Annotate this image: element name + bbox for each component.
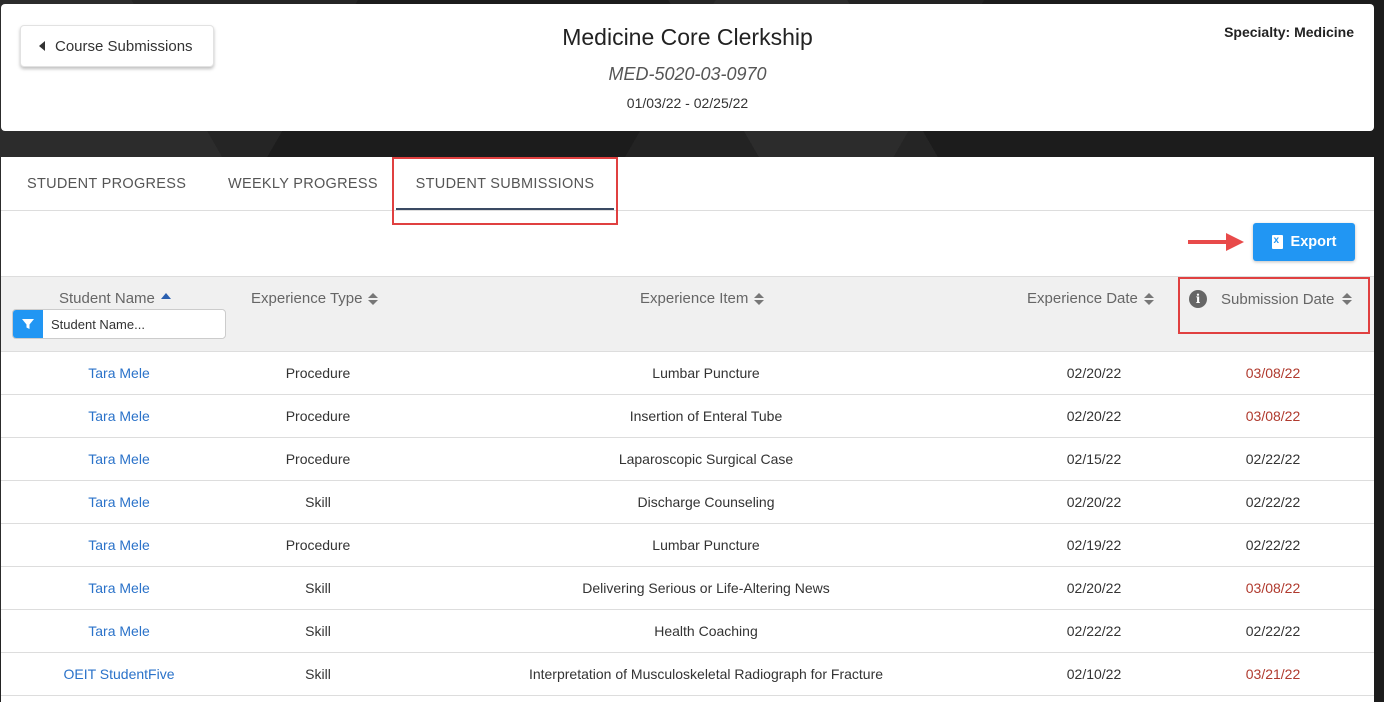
student-name-filter-input[interactable] <box>43 310 223 338</box>
column-experience-item[interactable]: Experience Item <box>640 290 765 307</box>
student-name-link[interactable]: Tara Mele <box>1 524 237 566</box>
experience-type-cell: Skill <box>305 666 331 682</box>
experience-item-cell: Lumbar Puncture <box>652 365 760 381</box>
column-experience-date-label: Experience Date <box>1027 290 1138 307</box>
course-header: Course Submissions Medicine Core Clerksh… <box>1 4 1374 131</box>
sort-icon <box>754 292 765 305</box>
experience-date-cell: 02/20/22 <box>1066 494 1122 510</box>
table-row: Tara Mele Procedure Laparoscopic Surgical … <box>1 438 1374 481</box>
export-button[interactable]: Export <box>1253 223 1355 261</box>
experience-type-cell: Procedure <box>285 537 351 553</box>
submission-date-cell: 02/22/22 <box>1245 623 1301 639</box>
experience-item-cell: Laparoscopic Surgical Case <box>618 451 794 467</box>
tab-bar: STUDENT PROGRESS WEEKLY PROGRESS STUDENT… <box>1 157 1374 211</box>
experience-date-cell: 02/15/22 <box>1066 451 1122 467</box>
student-name-filter <box>12 309 226 339</box>
submission-date-cell: 03/08/22 <box>1245 365 1301 381</box>
student-name-link[interactable]: Tara Mele <box>1 567 237 609</box>
column-student-name[interactable]: Student Name <box>59 290 171 307</box>
experience-item-cell: Health Coaching <box>654 623 758 639</box>
course-code: MED-5020-03-0970 <box>608 64 767 84</box>
experience-date-cell: 02/20/22 <box>1066 580 1122 596</box>
submission-date-cell: 02/22/22 <box>1245 451 1301 467</box>
column-experience-type[interactable]: Experience Type <box>251 290 379 307</box>
table-row: Tara Mele Skill Delivering Serious or Life… <box>1 567 1374 610</box>
experience-date-cell: 02/10/22 <box>1066 666 1122 682</box>
course-title: Medicine Core Clerkship <box>562 24 813 50</box>
table-header: Student Name Experience Type Experience … <box>1 276 1374 352</box>
main-panel: STUDENT PROGRESS WEEKLY PROGRESS STUDENT… <box>1 157 1374 702</box>
experience-date-cell: 02/19/22 <box>1066 537 1122 553</box>
experience-item-cell: Lumbar Puncture <box>652 537 760 553</box>
student-name-link[interactable]: Tara Mele <box>1 438 237 480</box>
sort-icon <box>368 292 379 305</box>
table-row: Tara Mele Skill Discharge Counseling 02/20/… <box>1 481 1374 524</box>
student-name-link[interactable]: Tara Mele <box>1 395 237 437</box>
sort-ascending-icon <box>160 292 171 299</box>
tab-weekly-progress[interactable]: WEEKLY PROGRESS <box>228 157 378 211</box>
experience-item-cell: Interpretation of Musculoskeletal Radiog… <box>528 666 884 682</box>
excel-file-icon <box>1271 235 1283 249</box>
submission-date-cell: 02/22/22 <box>1245 537 1301 553</box>
table-row: Tara Mele Procedure Lumbar Puncture 02/20/2… <box>1 352 1374 395</box>
experience-type-cell: Procedure <box>285 365 351 381</box>
submission-date-highlight-box <box>1178 277 1370 334</box>
experience-date-cell: 02/20/22 <box>1066 408 1122 424</box>
table-row: Tara Mele Skill Health Coaching 02/22/22 02/… <box>1 610 1374 653</box>
submission-date-cell: 03/08/22 <box>1245 408 1301 424</box>
table-row: OEIT StudentFive Skill Interpretation of M… <box>1 653 1374 696</box>
experience-type-cell: Skill <box>305 623 331 639</box>
experience-type-cell: Procedure <box>285 408 351 424</box>
column-experience-type-label: Experience Type <box>251 290 363 307</box>
experience-item-cell: Insertion of Enteral Tube <box>629 408 783 424</box>
export-label: Export <box>1290 234 1337 250</box>
tab-highlight-box <box>392 157 618 225</box>
course-dates: 01/03/22 - 02/25/22 <box>626 95 749 111</box>
experience-type-cell: Skill <box>305 494 331 510</box>
table-row: Tara Mele Procedure Insertion of Enteral T… <box>1 395 1374 438</box>
experience-date-cell: 02/22/22 <box>1066 623 1122 639</box>
student-name-link[interactable]: Tara Mele <box>1 352 237 394</box>
tab-student-progress[interactable]: STUDENT PROGRESS <box>27 157 186 211</box>
filter-button[interactable] <box>13 310 43 338</box>
sort-icon <box>1143 292 1154 305</box>
column-student-name-label: Student Name <box>59 290 155 307</box>
arrow-right-icon <box>1188 233 1244 251</box>
experience-type-cell: Procedure <box>285 451 351 467</box>
experience-item-cell: Discharge Counseling <box>637 494 775 510</box>
table-body: Tara Mele Procedure Lumbar Puncture 02/20/2… <box>1 352 1374 696</box>
experience-type-cell: Skill <box>305 580 331 596</box>
table-row: Tara Mele Procedure Lumbar Puncture 02/19/2… <box>1 524 1374 567</box>
submission-date-cell: 02/22/22 <box>1245 494 1301 510</box>
student-name-link[interactable]: OEIT StudentFive <box>1 653 237 695</box>
submission-date-cell: 03/08/22 <box>1245 580 1301 596</box>
experience-item-cell: Delivering Serious or Life-Altering News <box>582 580 830 596</box>
student-name-link[interactable]: Tara Mele <box>1 481 237 523</box>
column-experience-date[interactable]: Experience Date <box>1027 290 1154 307</box>
submission-date-cell: 03/21/22 <box>1245 666 1301 682</box>
column-experience-item-label: Experience Item <box>640 290 749 307</box>
filter-icon <box>22 319 34 329</box>
specialty-label: Specialty: Medicine <box>1224 24 1354 40</box>
student-name-link[interactable]: Tara Mele <box>1 610 237 652</box>
experience-date-cell: 02/20/22 <box>1066 365 1122 381</box>
